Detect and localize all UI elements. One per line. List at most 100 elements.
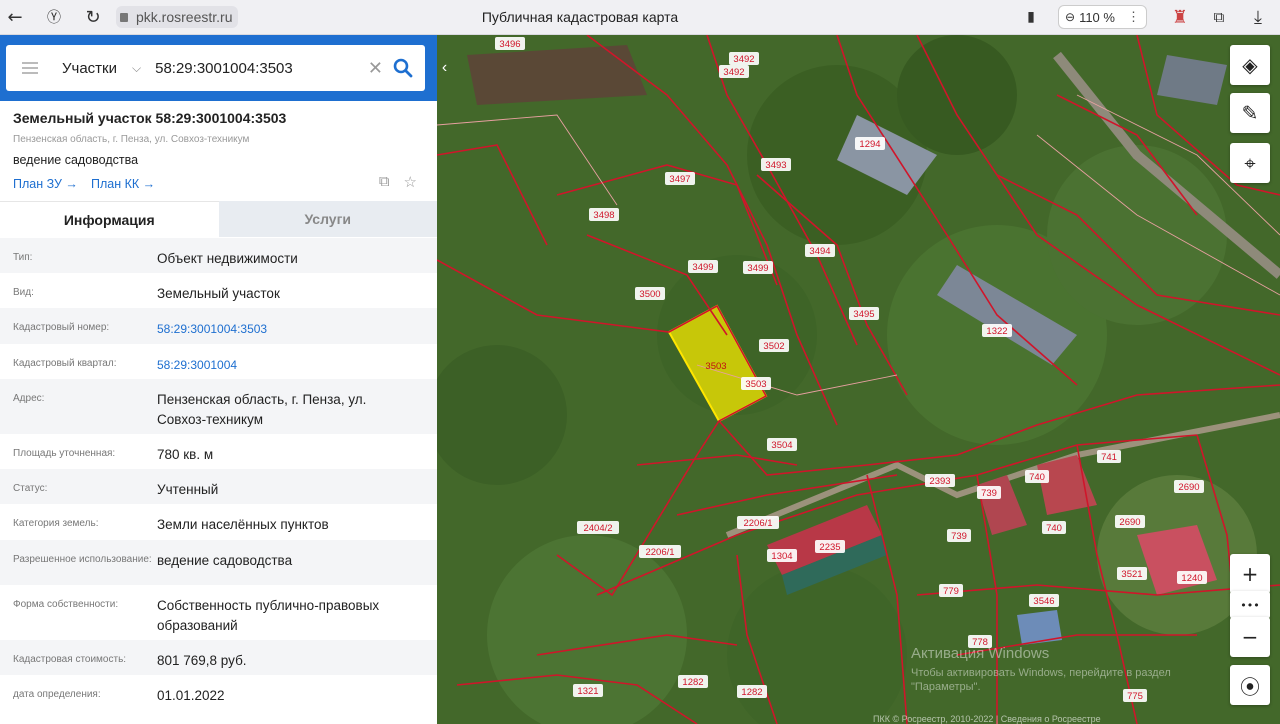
- parcel-label[interactable]: 3492: [719, 65, 749, 78]
- parcel-label[interactable]: 3495: [849, 307, 879, 320]
- search-box[interactable]: Участки ⌵ 58:29:3001004:3503 ✕: [6, 45, 425, 91]
- search-icon[interactable]: [391, 56, 415, 80]
- plan-zu-link[interactable]: План ЗУ →: [13, 177, 78, 191]
- parcel-label[interactable]: 739: [977, 486, 1001, 499]
- parcel-label[interactable]: 1322: [982, 324, 1012, 337]
- parcel-label[interactable]: 2690: [1115, 515, 1145, 528]
- parcel-label[interactable]: 2206/1: [737, 516, 779, 529]
- parcel-label[interactable]: 741: [1097, 450, 1121, 463]
- address-bar[interactable]: pkk.rosreestr.ru: [116, 6, 239, 28]
- collections-icon[interactable]: ⧉: [1206, 4, 1232, 30]
- parcel-label[interactable]: 2206/1: [639, 545, 681, 558]
- parcel-label[interactable]: 3500: [635, 287, 665, 300]
- row-value: Пензенская область, г. Пенза, ул. Совхоз…: [157, 392, 367, 427]
- parcel-number: 2235: [819, 542, 840, 553]
- info-panel: Участки ⌵ 58:29:3001004:3503 ✕ Земельный…: [0, 35, 437, 724]
- parcel-number: 1282: [741, 687, 762, 698]
- cadastral-quarter-link[interactable]: 58:29:3001004: [157, 355, 437, 375]
- parcel-label[interactable]: 3546: [1029, 594, 1059, 607]
- parcel-number: 3500: [639, 289, 660, 300]
- row-label: Кадастровая стоимость:: [13, 654, 127, 665]
- search-input[interactable]: 58:29:3001004:3503: [155, 60, 368, 77]
- object-header: Земельный участок 58:29:3001004:3503 Пен…: [0, 101, 437, 201]
- parcel-number: 2404/2: [583, 523, 612, 534]
- map[interactable]: 3496 3492 3492 1294 3493 3497 3498 3499 3499 3494…: [437, 35, 1280, 724]
- measure-button[interactable]: ✎: [1230, 93, 1270, 133]
- zoom-indicator[interactable]: ⊖ 110 % ⋮: [1058, 5, 1147, 29]
- zoom-to-object-icon[interactable]: ⧉: [379, 173, 390, 191]
- info-row-type: Тип: Объект недвижимости: [0, 238, 437, 273]
- tab-information[interactable]: Информация: [0, 201, 219, 237]
- row-value: Земли населённых пунктов: [157, 517, 329, 532]
- plan-kk-link[interactable]: План КК →: [91, 177, 155, 191]
- yandex-icon[interactable]: Ⓨ: [41, 4, 67, 30]
- layers-button[interactable]: ◈: [1230, 45, 1270, 85]
- parcel-label[interactable]: 3504: [767, 438, 797, 451]
- parcel-number: 3498: [593, 210, 614, 221]
- parcel-label[interactable]: 740: [1025, 470, 1049, 483]
- parcel-label[interactable]: 740: [1042, 521, 1066, 534]
- row-value: Учтенный: [157, 482, 219, 497]
- parcel-number: 3503: [745, 379, 766, 390]
- menu-icon[interactable]: [22, 62, 38, 74]
- parcel-label[interactable]: 3499: [688, 260, 718, 273]
- parcel-number: 1322: [986, 326, 1007, 337]
- zoom-value: 110 %: [1079, 9, 1115, 25]
- parcel-label[interactable]: 1240: [1177, 571, 1207, 584]
- parcel-label[interactable]: 739: [947, 529, 971, 542]
- parcel-label[interactable]: 3502: [759, 339, 789, 352]
- parcel-number: 3546: [1033, 596, 1054, 607]
- search-type-select[interactable]: Участки: [62, 60, 132, 77]
- parcel-label[interactable]: 2404/2: [577, 521, 619, 534]
- parcel-label[interactable]: 3503: [701, 359, 731, 372]
- row-value: Земельный участок: [157, 286, 280, 301]
- parcel-label[interactable]: 3497: [665, 172, 695, 185]
- parcel-number: 3499: [692, 262, 713, 273]
- bookmark-icon[interactable]: ▮: [1018, 4, 1044, 30]
- locate-button[interactable]: ⌖: [1230, 143, 1270, 183]
- row-label: Форма собственности:: [13, 599, 119, 610]
- tab-services[interactable]: Услуги: [218, 201, 437, 237]
- cadastral-number-link[interactable]: 58:29:3001004:3503: [157, 319, 437, 339]
- parcel-number: 1304: [771, 551, 792, 562]
- chevron-down-icon[interactable]: ⌵: [132, 61, 141, 76]
- tabs: Информация Услуги: [0, 201, 437, 237]
- parcel-label[interactable]: 3521: [1117, 567, 1147, 580]
- row-label: Кадастровый номер:: [13, 322, 110, 333]
- back-icon[interactable]: ←: [2, 4, 28, 30]
- windows-watermark-title: Активация Windows: [911, 645, 1050, 662]
- parcel-label[interactable]: 3496: [495, 37, 525, 50]
- download-icon[interactable]: ⤓: [1245, 4, 1271, 30]
- parcel-label[interactable]: 3499: [743, 261, 773, 274]
- parcel-label[interactable]: 2690: [1174, 480, 1204, 493]
- parcel-label[interactable]: 2235: [815, 540, 845, 553]
- parcel-label[interactable]: 3492: [729, 52, 759, 65]
- more-button[interactable]: •••: [1230, 591, 1270, 619]
- search-bar: Участки ⌵ 58:29:3001004:3503 ✕: [0, 35, 437, 101]
- parcel-number: 3493: [765, 160, 786, 171]
- parcel-label[interactable]: 779: [939, 584, 963, 597]
- menu-dots-icon[interactable]: ⋮: [1127, 9, 1140, 25]
- parcel-number: 1294: [859, 139, 880, 150]
- collapse-panel-button[interactable]: ‹: [437, 53, 452, 83]
- parcel-number: 2206/1: [743, 518, 772, 529]
- parcel-label[interactable]: 3493: [761, 158, 791, 171]
- parcel-label[interactable]: 1282: [678, 675, 708, 688]
- info-row-cadastral-quarter: Кадастровый квартал: 58:29:3001004: [0, 344, 437, 379]
- star-icon[interactable]: ☆: [404, 173, 417, 191]
- browser-toolbar: ← Ⓨ ↻ pkk.rosreestr.ru Публичная кадастр…: [0, 0, 1280, 35]
- parcel-label[interactable]: 1304: [767, 549, 797, 562]
- parcel-label[interactable]: 3498: [589, 208, 619, 221]
- parcel-label[interactable]: 2393: [925, 474, 955, 487]
- compass-button[interactable]: ⦿: [1230, 665, 1270, 705]
- reload-icon[interactable]: ↻: [80, 4, 106, 30]
- parcel-label[interactable]: 3503: [741, 377, 771, 390]
- parcel-label[interactable]: 1294: [855, 137, 885, 150]
- parcel-label[interactable]: 3494: [805, 244, 835, 257]
- parcel-label[interactable]: 1282: [737, 685, 767, 698]
- zoom-out-button[interactable]: −: [1230, 617, 1270, 657]
- clear-icon[interactable]: ✕: [368, 58, 383, 79]
- zoom-in-button[interactable]: +: [1230, 554, 1270, 594]
- extension-icon[interactable]: ♜: [1167, 4, 1193, 30]
- parcel-label[interactable]: 1321: [573, 684, 603, 697]
